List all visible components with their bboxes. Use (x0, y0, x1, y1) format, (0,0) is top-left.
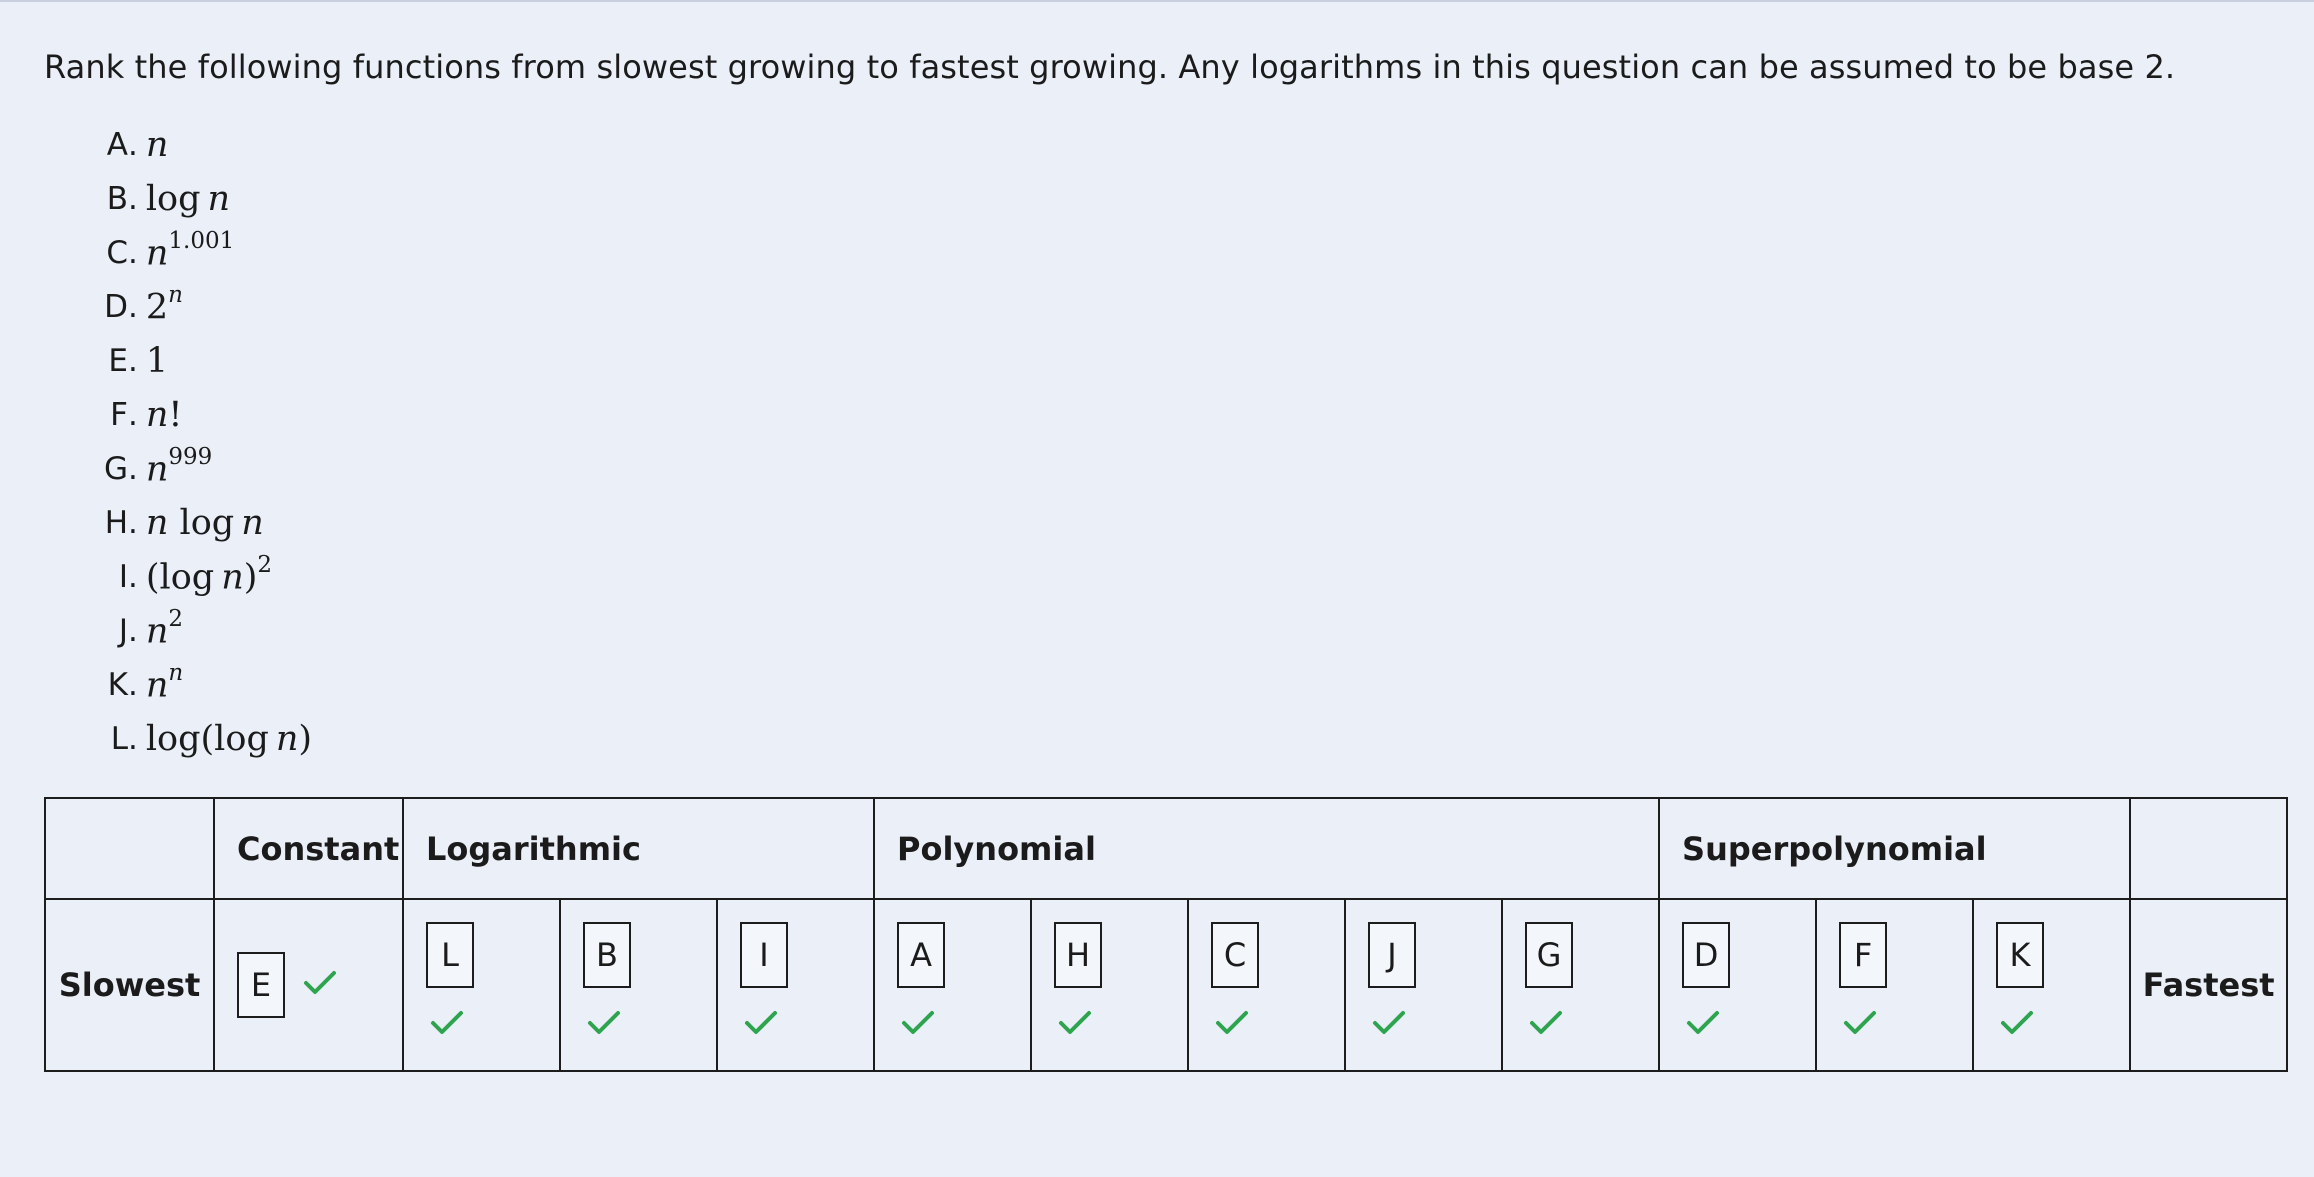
answer-tile[interactable]: J (1368, 922, 1417, 988)
category-superpolynomial: Superpolynomial (1658, 797, 2132, 900)
option-math-a: n (145, 125, 169, 165)
option-math-k: nn (145, 660, 184, 706)
rank-slot-9[interactable]: G (1501, 898, 1661, 1072)
option-e: E. 1 (0, 334, 312, 388)
check-icon (431, 1011, 463, 1034)
answer-tile[interactable]: L (426, 922, 474, 988)
option-math-d: 2n (145, 282, 183, 328)
rank-slot-4[interactable]: I (715, 898, 876, 1072)
option-l: L. log(log n) (0, 712, 312, 766)
option-letter: A (106, 127, 128, 163)
rank-slot-10[interactable]: D (1658, 898, 1818, 1072)
rank-slot-2[interactable]: L (402, 898, 561, 1072)
check-icon (1530, 1011, 1563, 1034)
check-icon (902, 1011, 935, 1034)
check-icon (2001, 1011, 2034, 1034)
rank-slot-11[interactable]: F (1815, 898, 1975, 1072)
option-math-e: 1 (145, 341, 169, 381)
check-icon (1373, 1011, 1406, 1034)
top-border (0, 0, 2314, 2)
option-j: J. n2 (0, 604, 312, 658)
check-icon (1844, 1011, 1877, 1034)
ranking-row: Slowest E L B I A H C J G D F K Fastest (44, 898, 2289, 1072)
rank-slot-1[interactable]: E (213, 898, 404, 1072)
category-logarithmic: Logarithmic (401, 797, 876, 900)
question-prompt: Rank the following functions from slowes… (44, 48, 2176, 86)
answer-tile[interactable]: A (897, 922, 946, 988)
option-a: A. n (0, 118, 312, 172)
option-letter: G (103, 451, 128, 487)
slowest-label: Slowest (44, 898, 215, 1072)
option-math-j: n2 (145, 606, 184, 652)
option-letter: H (104, 505, 128, 541)
check-icon (1687, 1011, 1720, 1034)
option-g: G. n999 (0, 442, 312, 496)
check-icon (745, 1011, 777, 1034)
rank-slot-7[interactable]: C (1187, 898, 1347, 1072)
option-i: I. (log n)2 (0, 550, 312, 604)
option-letter: E (108, 343, 128, 379)
rank-slot-6[interactable]: H (1030, 898, 1190, 1072)
option-letter: K (107, 667, 128, 703)
option-letter: I (118, 559, 128, 595)
option-math-h: n log n (145, 503, 264, 543)
option-f: F. n! (0, 388, 312, 442)
option-k: K. nn (0, 658, 312, 712)
answer-tile[interactable]: H (1054, 922, 1103, 988)
rank-slot-3[interactable]: B (559, 898, 718, 1072)
rank-slot-5[interactable]: A (873, 898, 1033, 1072)
answer-tile[interactable]: E (237, 952, 285, 1018)
check-icon (304, 971, 336, 994)
category-header-row: Constant Logarithmic Polynomial Superpol… (44, 797, 2289, 900)
check-icon (1216, 1011, 1249, 1034)
option-letter: D (104, 289, 128, 325)
option-math-b: log n (145, 179, 231, 219)
option-b: B. log n (0, 172, 312, 226)
options-list: A. n B. log n C. n1.001 D. 2n E. 1 F. n!… (0, 118, 312, 766)
empty-header-cell (2129, 797, 2289, 900)
ranking-table: Constant Logarithmic Polynomial Superpol… (44, 797, 2289, 1072)
fastest-label: Fastest (2129, 898, 2289, 1072)
option-math-c: n1.001 (145, 228, 235, 274)
option-math-i: (log n)2 (145, 552, 273, 598)
rank-slot-8[interactable]: J (1344, 898, 1504, 1072)
option-letter: B (106, 181, 128, 217)
answer-tile[interactable]: C (1211, 922, 1260, 988)
option-math-g: n999 (145, 444, 213, 490)
rank-slot-12[interactable]: K (1972, 898, 2132, 1072)
option-letter: L (110, 721, 128, 757)
answer-tile[interactable]: B (583, 922, 631, 988)
category-polynomial: Polynomial (873, 797, 1661, 900)
option-math-l: log(log n) (145, 719, 313, 759)
option-letter: J (118, 613, 128, 649)
check-icon (1059, 1011, 1092, 1034)
answer-tile[interactable]: I (740, 922, 788, 988)
option-h: H. n log n (0, 496, 312, 550)
option-letter: C (106, 235, 128, 271)
option-c: C. n1.001 (0, 226, 312, 280)
answer-tile[interactable]: D (1682, 922, 1731, 988)
answer-tile[interactable]: K (1996, 922, 2045, 988)
answer-tile[interactable]: G (1525, 922, 1574, 988)
option-letter: F (110, 397, 128, 433)
option-math-f: n! (145, 395, 183, 435)
check-icon (588, 1011, 620, 1034)
answer-tile[interactable]: F (1839, 922, 1888, 988)
option-d: D. 2n (0, 280, 312, 334)
category-constant: Constant (213, 797, 404, 900)
empty-header-cell (44, 797, 215, 900)
